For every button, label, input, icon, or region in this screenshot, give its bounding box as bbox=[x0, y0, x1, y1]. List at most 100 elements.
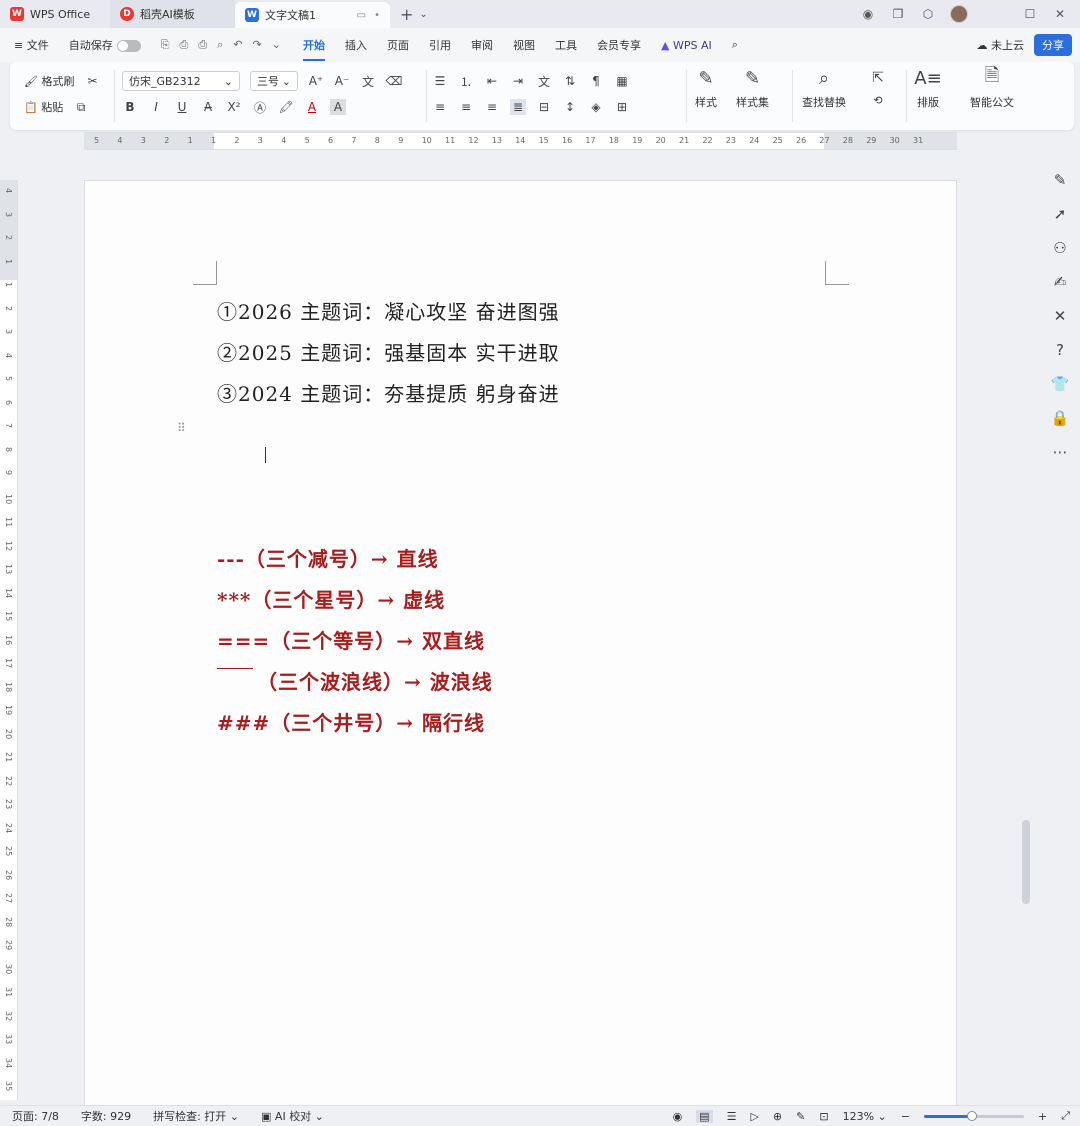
format-painter-button[interactable]: 🖌 格式刷 bbox=[24, 73, 74, 89]
theme-line-3[interactable]: ③2024 主题词：夯基提质 躬身奋进 bbox=[217, 378, 560, 407]
play-icon[interactable]: ▷ bbox=[750, 1110, 758, 1123]
highlight-icon[interactable]: 🖍 bbox=[278, 99, 294, 115]
text-effect-icon[interactable]: Ⓐ bbox=[252, 99, 268, 115]
align-right-icon[interactable]: ≡ bbox=[484, 99, 500, 115]
font-family-select[interactable]: 仿宋_GB2312 ⌄ bbox=[122, 71, 240, 91]
export-icon[interactable]: ⎙ bbox=[180, 38, 189, 52]
ai-write-icon[interactable]: ✍ bbox=[1050, 272, 1070, 292]
smart-doc-button[interactable]: 🗎 智能公文 bbox=[970, 65, 1014, 110]
menu-review[interactable]: 审阅 bbox=[471, 37, 493, 53]
style-set-button[interactable]: ✎ 样式集 bbox=[736, 66, 769, 110]
select-cursor-icon[interactable]: ➚ bbox=[1050, 204, 1070, 224]
drag-handle-icon[interactable]: ⠿ bbox=[177, 421, 186, 435]
shortcut-line-4[interactable]: （三个波浪线）→ 波浪线 bbox=[217, 666, 493, 695]
file-menu[interactable]: ≡ 文件 bbox=[14, 37, 49, 53]
shortcut-line-1[interactable]: ---（三个减号）→ 直线 bbox=[217, 543, 439, 572]
copy-icon[interactable]: ⧉ bbox=[73, 99, 89, 115]
print-icon[interactable]: ⎙ bbox=[198, 38, 207, 52]
line-spacing-icon[interactable]: ↕ bbox=[562, 99, 578, 115]
show-marks-icon[interactable]: ¶ bbox=[588, 73, 604, 89]
menu-member[interactable]: 会员专享 bbox=[597, 37, 641, 53]
menu-tools[interactable]: 工具 bbox=[555, 37, 577, 53]
justify-icon[interactable]: ≣ bbox=[510, 99, 526, 115]
bullet-list-icon[interactable]: ☰ bbox=[432, 73, 448, 89]
sort-icon[interactable]: ⇅ bbox=[562, 73, 578, 89]
vertical-ruler[interactable]: 4 3 2 1 1 2 3 4 5 6 7 8 9 10 11 12 13 14 15 16 17 18 19 20 21 22 2… bbox=[0, 180, 18, 1100]
cube-icon[interactable]: ⬡ bbox=[920, 6, 936, 22]
clear-format-icon[interactable]: ⌫ bbox=[386, 73, 403, 89]
paste-button[interactable]: 📋 粘贴 bbox=[24, 99, 63, 115]
menu-insert[interactable]: 插入 bbox=[345, 37, 367, 53]
menu-reference[interactable]: 引用 bbox=[429, 37, 451, 53]
redo-icon[interactable]: ↷ bbox=[253, 38, 262, 52]
find-replace-button[interactable]: ⌕ 查找替换 bbox=[802, 66, 846, 110]
align-left-icon[interactable]: ≡ bbox=[432, 99, 448, 115]
shirt-icon[interactable]: 👕 bbox=[1050, 374, 1070, 394]
pen-icon[interactable]: ✎ bbox=[796, 1110, 805, 1123]
undo-icon[interactable]: ↶ bbox=[233, 38, 242, 52]
menu-view[interactable]: 视图 bbox=[513, 37, 535, 53]
align-center-icon[interactable]: ≡ bbox=[458, 99, 474, 115]
cut-icon[interactable]: ✂ bbox=[84, 73, 100, 89]
bold-icon[interactable]: B bbox=[122, 99, 138, 115]
font-color-icon[interactable]: A bbox=[304, 99, 320, 115]
char-shading-icon[interactable]: A bbox=[330, 99, 346, 115]
numbered-list-icon[interactable]: ⒈ bbox=[458, 73, 474, 89]
horizontal-ruler[interactable]: 5 4 3 2 1 1 2 3 4 5 6 7 8 9 10 11 12 13 14 15 16 17 18 19 20 21 22… bbox=[84, 132, 957, 150]
tab-wps-home[interactable]: W WPS Office bbox=[0, 0, 110, 28]
new-tab-button[interactable]: + bbox=[400, 5, 413, 24]
tab-menu-chevron-icon[interactable]: ⌄ bbox=[419, 9, 427, 20]
superscript-icon[interactable]: X² bbox=[226, 99, 242, 115]
ai-proofread[interactable]: ▣ AI 校对 ⌄ bbox=[261, 1108, 324, 1124]
tab-document[interactable]: W 文字文稿1 ▭ • bbox=[235, 2, 390, 28]
copy-window-icon[interactable]: ❐ bbox=[890, 6, 906, 22]
spell-check[interactable]: 拼写检查: 打开 ⌄ bbox=[153, 1108, 239, 1124]
italic-icon[interactable]: I bbox=[148, 99, 164, 115]
autosave-toggle[interactable]: 自动保存 bbox=[69, 37, 141, 53]
phonetic-icon[interactable]: 文 bbox=[360, 73, 376, 89]
shrink-font-icon[interactable]: A⁻ bbox=[334, 73, 350, 89]
layout-button[interactable]: A≡ 排版 bbox=[914, 66, 941, 110]
fullscreen-icon[interactable]: ⤢ bbox=[1061, 1109, 1070, 1123]
share-button[interactable]: 分享 bbox=[1034, 34, 1072, 56]
theme-line-2[interactable]: ②2025 主题词：强基固本 实干进取 bbox=[217, 337, 560, 366]
zoom-out-icon[interactable]: − bbox=[901, 1110, 910, 1123]
vertical-scrollbar[interactable] bbox=[1022, 820, 1030, 904]
shortcut-line-3[interactable]: ===（三个等号）→ 双直线 bbox=[217, 625, 485, 654]
tools-icon[interactable]: ✕ bbox=[1050, 306, 1070, 326]
zoom-value[interactable]: 123% ⌄ bbox=[843, 1110, 887, 1123]
page-indicator[interactable]: 页面: 7/8 bbox=[12, 1108, 59, 1124]
menu-wps-ai[interactable]: ▲ WPS AI bbox=[661, 39, 712, 52]
styles-button[interactable]: ✎ 样式 bbox=[694, 66, 718, 110]
outline-view-icon[interactable]: ☰ bbox=[727, 1110, 737, 1123]
table-icon[interactable]: ▦ bbox=[614, 73, 630, 89]
fit-icon[interactable]: ⊡ bbox=[819, 1110, 828, 1123]
toggle-switch[interactable] bbox=[116, 40, 141, 52]
dot-icon[interactable]: • bbox=[374, 10, 380, 21]
underline-icon[interactable]: U bbox=[174, 99, 190, 115]
more-icon[interactable]: ⋯ bbox=[1050, 442, 1070, 462]
decrease-indent-icon[interactable]: ⇤ bbox=[484, 73, 500, 89]
print-preview-icon[interactable]: ⌕ bbox=[217, 38, 223, 52]
menu-page[interactable]: 页面 bbox=[387, 37, 409, 53]
chinese-layout-icon[interactable]: 文 bbox=[536, 73, 552, 89]
save-icon[interactable]: ⎘ bbox=[161, 38, 170, 52]
document-page[interactable]: ①2026 主题词：凝心攻坚 奋进图强 ②2025 主题词：强基固本 实干进取 … bbox=[84, 180, 957, 1110]
grow-font-icon[interactable]: A⁺ bbox=[308, 73, 324, 89]
theme-line-1[interactable]: ①2026 主题词：凝心攻坚 奋进图强 bbox=[217, 296, 560, 325]
close-icon[interactable]: ✕ bbox=[1052, 6, 1068, 22]
menu-start[interactable]: 开始 bbox=[302, 37, 325, 61]
more-chevron-icon[interactable]: ⌄ bbox=[272, 38, 281, 52]
search-icon[interactable]: ⌕ bbox=[732, 38, 738, 52]
restore-icon[interactable]: ☐ bbox=[1022, 6, 1038, 22]
ai-assistant-icon[interactable]: ◉ bbox=[860, 6, 876, 22]
zoom-knob[interactable] bbox=[966, 1110, 977, 1121]
border-icon[interactable]: ⊞ bbox=[614, 99, 630, 115]
web-view-icon[interactable]: ⊕ bbox=[773, 1110, 782, 1123]
word-count[interactable]: 字数: 929 bbox=[81, 1108, 131, 1124]
page-view-icon[interactable]: ▤ bbox=[696, 1109, 713, 1123]
zoom-slider[interactable] bbox=[923, 1110, 1024, 1121]
font-size-select[interactable]: 三号 ⌄ bbox=[250, 71, 298, 91]
shortcut-line-5[interactable]: ###（三个井号）→ 隔行线 bbox=[217, 707, 485, 736]
avatar[interactable] bbox=[950, 5, 968, 23]
